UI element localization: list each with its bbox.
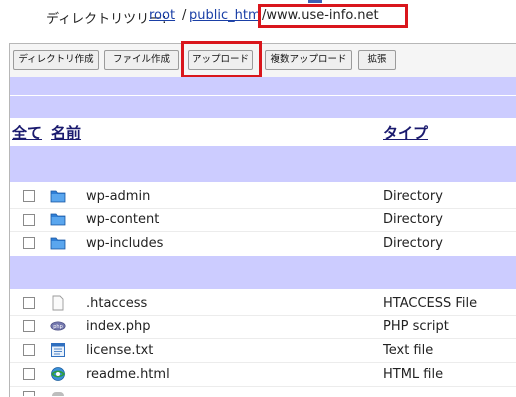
create-file-button[interactable]: ファイル作成 <box>104 50 179 70</box>
file-name[interactable]: index.php <box>86 319 150 334</box>
multi-upload-button[interactable]: 複数アップロード <box>265 50 352 70</box>
row-divider <box>10 386 516 387</box>
file-type: HTACCESS File <box>383 296 478 311</box>
row-checkbox[interactable] <box>23 320 35 332</box>
row-checkbox-partial[interactable] <box>23 391 35 396</box>
name-column-header[interactable]: 名前 <box>51 122 81 143</box>
row-checkbox[interactable] <box>23 214 35 226</box>
file-type: Text file <box>383 343 434 358</box>
breadcrumb-root-link[interactable]: root <box>149 8 175 23</box>
breadcrumb-separator: / <box>182 8 187 23</box>
file-type: Directory <box>383 236 443 251</box>
folder-icon <box>50 237 66 250</box>
band-directory-separator <box>10 256 516 289</box>
create-directory-button[interactable]: ディレクトリ作成 <box>13 50 99 70</box>
text-file-icon <box>51 343 65 357</box>
highlight-upload-button <box>181 41 262 78</box>
file-name[interactable]: license.txt <box>86 343 153 358</box>
blank-file-icon <box>52 295 64 311</box>
breadcrumb-current-directory: /www.use-info.net <box>262 8 379 23</box>
band-top <box>10 77 516 95</box>
row-divider <box>10 362 516 363</box>
folder-icon <box>50 190 66 203</box>
file-type: Directory <box>383 189 443 204</box>
file-name[interactable]: wp-content <box>86 212 159 227</box>
folder-icon <box>50 213 66 226</box>
file-name[interactable]: wp-includes <box>86 236 163 251</box>
select-all-header[interactable]: 全て <box>12 122 42 143</box>
row-checkbox[interactable] <box>23 190 35 202</box>
extend-button[interactable]: 拡張 <box>358 50 396 70</box>
row-divider <box>10 338 516 339</box>
file-type: HTML file <box>383 367 444 382</box>
file-icon-partial <box>52 392 64 396</box>
row-divider <box>10 208 516 209</box>
row-checkbox[interactable] <box>23 297 35 309</box>
tab-indicator <box>308 0 322 3</box>
file-type: Directory <box>383 212 443 227</box>
file-type: PHP script <box>383 319 449 334</box>
row-checkbox[interactable] <box>23 237 35 249</box>
row-divider <box>10 315 516 316</box>
row-checkbox[interactable] <box>23 368 35 380</box>
breadcrumb-public-html-link[interactable]: public_htm <box>189 8 261 23</box>
file-name[interactable]: .htaccess <box>86 296 147 311</box>
band-header-separator <box>10 146 516 182</box>
row-checkbox[interactable] <box>23 344 35 356</box>
svg-text:php: php <box>53 324 63 330</box>
file-name[interactable]: wp-admin <box>86 189 150 204</box>
band-second <box>10 96 516 118</box>
php-icon: php <box>50 321 66 331</box>
file-name[interactable]: readme.html <box>86 367 170 382</box>
row-divider <box>10 231 516 232</box>
html-file-icon <box>51 367 66 381</box>
type-column-header[interactable]: タイプ <box>383 122 428 143</box>
